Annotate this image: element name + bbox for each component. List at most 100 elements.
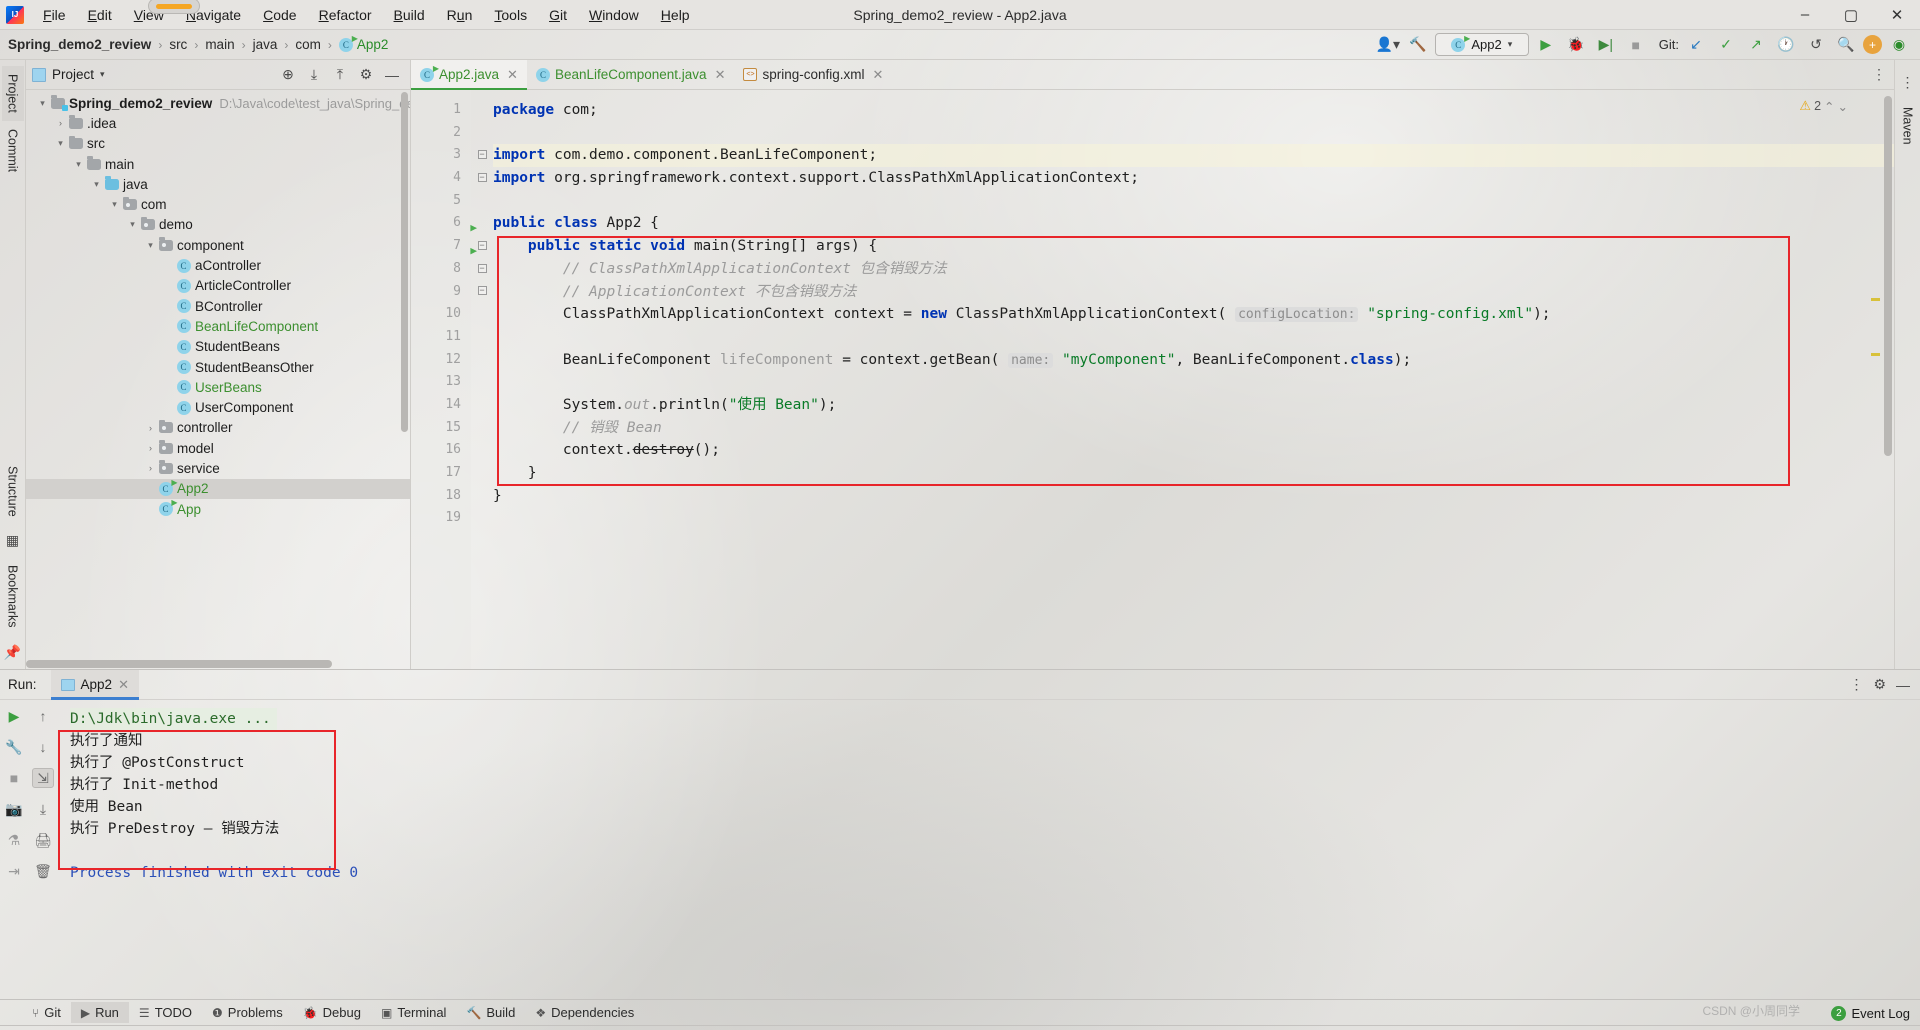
menu-run[interactable]: Run [436, 3, 484, 27]
clear-all-icon[interactable]: 🗑 [32, 861, 54, 881]
account-icon[interactable]: 👤▾ [1375, 33, 1401, 57]
tree-item-model[interactable]: › model [26, 438, 410, 458]
down-arrow-icon[interactable]: ↓ [32, 737, 54, 757]
run-gutter-icon[interactable]: ▶ [470, 240, 477, 263]
tree-item-com[interactable]: ▾ com [26, 194, 410, 214]
tree-item-app[interactable]: ·CApp [26, 498, 410, 519]
sidebar-tab-commit[interactable]: Commit [2, 121, 24, 180]
menu-file[interactable]: File [32, 3, 77, 27]
run-panel-more-icon[interactable]: ⋮ [1849, 676, 1863, 693]
menu-window[interactable]: Window [578, 3, 650, 27]
debug-icon[interactable]: 🐞 [1563, 33, 1589, 57]
maximize-button[interactable]: ▢ [1828, 0, 1874, 30]
menu-code[interactable]: Code [252, 3, 307, 27]
settings-gear-icon[interactable]: ⚙ [354, 63, 378, 87]
code-line[interactable]: System.out.println("使用 Bean"); [493, 394, 1894, 417]
fold-marker[interactable]: − [471, 281, 493, 304]
project-tree[interactable]: ▾ Spring_demo2_review D:\Java\code\test_ja… [26, 90, 410, 669]
code-line[interactable]: BeanLifeComponent lifeComponent = contex… [493, 349, 1894, 372]
hide-panel-icon[interactable]: — [380, 63, 404, 87]
toolwindow-git[interactable]: ⑂ Git [22, 1002, 71, 1023]
tab-app2-java[interactable]: C App2.java ✕ [411, 60, 527, 90]
tree-item-controller[interactable]: › controller [26, 418, 410, 438]
tree-item-component[interactable]: ▾ component [26, 235, 410, 255]
tree-item-userbeans[interactable]: ·CUserBeans [26, 377, 410, 397]
chevron-down-icon[interactable]: ▾ [54, 138, 67, 149]
tree-item-service[interactable]: › service [26, 458, 410, 478]
toolwindow-terminal[interactable]: ▣ Terminal [371, 1002, 456, 1023]
fold-marker[interactable]: − [471, 144, 493, 167]
sidebar-tab-maven[interactable]: Maven [1897, 99, 1919, 153]
thread-dump-icon[interactable]: ⚗ [3, 830, 25, 850]
export-icon[interactable]: ⇥ [3, 861, 25, 881]
wrench-settings-icon[interactable]: 🔧 [3, 737, 25, 757]
breadcrumb-com[interactable]: com [295, 37, 321, 52]
close-icon[interactable]: ✕ [873, 67, 884, 83]
code-line[interactable] [493, 326, 1894, 349]
code-line[interactable]: import org.springframework.context.suppo… [493, 167, 1894, 190]
code-editor[interactable]: 1 2 3 4 5 6 ▶ 7 ▶ 8 9 10 11 12 13 14 15 16 17 18 19 − − − − − pa… [411, 90, 1894, 669]
code-line[interactable]: import com.demo.component.BeanLifeCompon… [493, 144, 1894, 168]
breadcrumb-app2[interactable]: C App2 [338, 34, 388, 52]
code-line[interactable]: } [493, 485, 1894, 508]
sidebar-tab-project[interactable]: Project [1, 66, 24, 121]
toolwindow-problems[interactable]: ❶ Problems [202, 1002, 293, 1023]
toolwindow-debug[interactable]: 🐞 Debug [293, 1002, 371, 1023]
chevron-right-icon[interactable]: › [144, 443, 157, 453]
plugin-update-icon[interactable]: + [1863, 35, 1882, 54]
close-icon[interactable]: ✕ [118, 677, 129, 693]
scroll-to-end-icon[interactable]: ⤓ [32, 799, 54, 819]
soft-wrap-icon[interactable]: ⇲ [32, 768, 54, 788]
editor-more-icon[interactable]: ⋮ [1872, 66, 1886, 83]
chevron-down-icon[interactable]: ▾ [108, 199, 121, 210]
toolwindow-run[interactable]: ▶ Run [70, 1002, 129, 1023]
sidebar-tab-bookmarks[interactable]: Bookmarks [2, 557, 24, 636]
scroll-from-source-icon[interactable]: ⊕ [276, 63, 300, 87]
chevron-right-icon[interactable]: › [144, 463, 157, 473]
camera-snapshot-icon[interactable]: 📷 [3, 799, 25, 819]
menu-git[interactable]: Git [538, 3, 578, 27]
tree-vertical-scrollbar[interactable] [401, 90, 409, 669]
breadcrumb-java[interactable]: java [253, 37, 278, 52]
breadcrumb-src[interactable]: src [169, 37, 187, 52]
tab-beanlifecomponent-java[interactable]: C BeanLifeComponent.java ✕ [527, 60, 735, 89]
close-button[interactable]: ✕ [1874, 0, 1920, 30]
chevron-down-icon[interactable]: ▾ [90, 179, 103, 190]
ide-icon[interactable]: ◉ [1886, 33, 1912, 57]
code-line[interactable]: public class App2 { [493, 212, 1894, 235]
sidebar-tab-structure[interactable]: Structure [2, 458, 24, 525]
breadcrumb-project[interactable]: Spring_demo2_review [8, 37, 151, 52]
code-line[interactable]: } [493, 462, 1894, 485]
code-line[interactable]: context.destroy(); [493, 439, 1894, 462]
tree-item-usercomponent[interactable]: ·CUserComponent [26, 397, 410, 417]
run-tab-app2[interactable]: App2 ✕ [50, 669, 140, 700]
tree-item-java[interactable]: ▾ java [26, 174, 410, 194]
run-with-coverage-icon[interactable]: ▶| [1593, 33, 1619, 57]
close-icon[interactable]: ✕ [715, 67, 726, 83]
menu-tools[interactable]: Tools [483, 3, 538, 27]
code-line[interactable] [493, 507, 1894, 530]
build-icon[interactable]: 🔨 [1405, 33, 1431, 57]
console-output[interactable]: D:\Jdk\bin\java.exe ... 执行了通知 执行了 @PostCon… [58, 700, 1920, 999]
expand-all-icon[interactable]: ⤓ [302, 63, 326, 87]
run-configuration-selector[interactable]: C App2 ▾ [1434, 33, 1529, 56]
code-line[interactable] [493, 371, 1894, 394]
code-line[interactable]: // ApplicationContext 不包含销毁方法 [493, 281, 1894, 304]
minimize-icon[interactable]: — [1896, 677, 1910, 693]
chevron-right-icon[interactable]: › [144, 423, 157, 433]
event-log-button[interactable]: 2 Event Log [1831, 1006, 1910, 1021]
settings-gear-icon[interactable]: ⚙ [1873, 676, 1886, 693]
window-controls[interactable]: – ▢ ✕ [1782, 0, 1920, 30]
close-icon[interactable]: ✕ [507, 67, 518, 83]
toolwindow-build[interactable]: 🔨 Build [456, 1002, 525, 1023]
undo-icon[interactable]: ↺ [1803, 33, 1829, 57]
chevron-down-icon[interactable]: ▾ [36, 98, 49, 109]
tree-item-src[interactable]: ▾ src [26, 134, 410, 154]
up-arrow-icon[interactable]: ↑ [32, 706, 54, 726]
code-content[interactable]: package com; import com.demo.component.B… [493, 90, 1894, 669]
git-update-icon[interactable]: ↙ [1683, 33, 1709, 57]
code-line[interactable] [493, 190, 1894, 213]
code-line[interactable] [493, 122, 1894, 145]
tree-item-acontroller[interactable]: ·CaController [26, 255, 410, 275]
print-icon[interactable]: 🖨 [32, 830, 54, 850]
